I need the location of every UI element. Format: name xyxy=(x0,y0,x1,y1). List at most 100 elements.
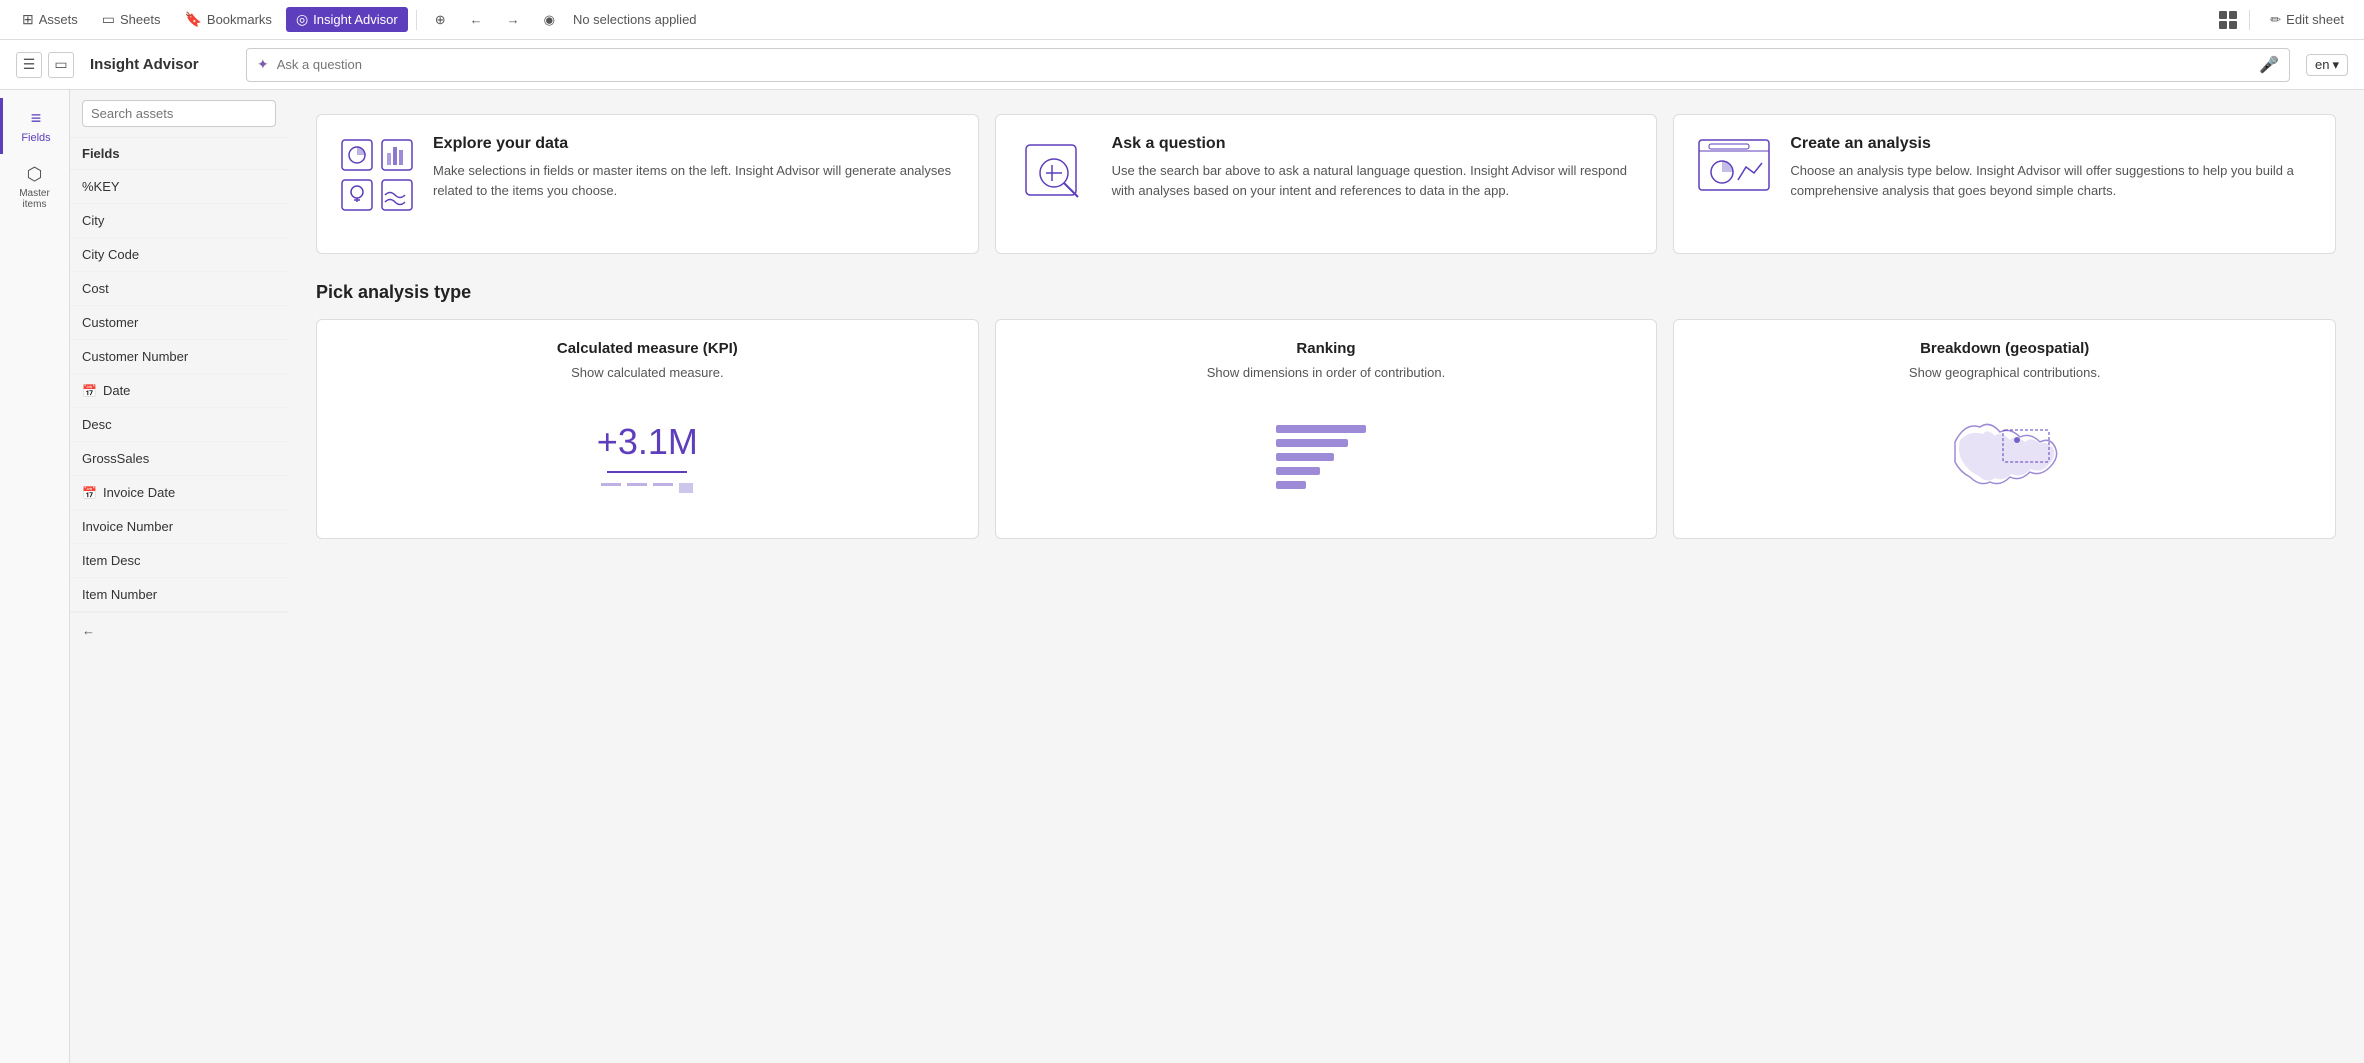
sidebar-item-fields[interactable]: ≡ Fields xyxy=(0,98,69,154)
field-item-invoice-number[interactable]: Invoice Number xyxy=(70,510,288,544)
intro-cards-row: Explore your data Make selections in fie… xyxy=(316,114,2336,254)
bookmarks-icon: 🔖 xyxy=(184,11,201,28)
search-assets-input[interactable] xyxy=(82,100,276,127)
card-ask-question[interactable]: Ask a question Use the search bar above … xyxy=(995,114,1658,254)
explore-data-text: Explore your data Make selections in fie… xyxy=(433,135,958,200)
no-selections-text: No selections applied xyxy=(573,12,697,27)
explore-data-title: Explore your data xyxy=(433,135,958,153)
analysis-card-geo[interactable]: Breakdown (geospatial) Show geographical… xyxy=(1673,319,2336,539)
sidebar-toggles: ☰ ▭ xyxy=(16,52,74,78)
sidebar: ≡ Fields ⬡ Master items Fields %KEY City… xyxy=(0,90,288,1063)
search-assets-container xyxy=(70,90,288,138)
selections-btn[interactable]: ◉ xyxy=(534,8,565,32)
field-item-customer-label: Customer xyxy=(82,315,138,330)
topbar-insight-advisor[interactable]: ◎ Insight Advisor xyxy=(286,7,408,32)
field-item-cost[interactable]: Cost xyxy=(70,272,288,306)
card-create-analysis[interactable]: Create an analysis Choose an analysis ty… xyxy=(1673,114,2336,254)
insight-bar-title: Insight Advisor xyxy=(90,56,230,73)
field-item-date-label: Date xyxy=(103,383,130,398)
explore-data-desc: Make selections in fields or master item… xyxy=(433,161,958,200)
collapse-icon: ← xyxy=(82,623,95,638)
pick-analysis-heading: Pick analysis type xyxy=(316,282,2336,303)
toggle-sidebar-right[interactable]: ▭ xyxy=(48,52,74,78)
create-analysis-desc: Choose an analysis type below. Insight A… xyxy=(1790,161,2315,200)
field-item-customer-number-label: Customer Number xyxy=(82,349,188,364)
divider-1 xyxy=(416,10,417,30)
field-item-date[interactable]: 📅 Date xyxy=(70,374,288,408)
grid-view-btn[interactable] xyxy=(2219,11,2237,29)
field-item-item-desc[interactable]: Item Desc xyxy=(70,544,288,578)
card-explore-data[interactable]: Explore your data Make selections in fie… xyxy=(316,114,979,254)
fields-icon: ≡ xyxy=(31,108,42,129)
analysis-cards-row: Calculated measure (KPI) Show calculated… xyxy=(316,319,2336,539)
grid-icon xyxy=(2219,11,2237,29)
field-item-desc-label: Desc xyxy=(82,417,112,432)
language-label: en xyxy=(2315,57,2329,72)
analysis-card-kpi[interactable]: Calculated measure (KPI) Show calculated… xyxy=(316,319,979,539)
kpi-line xyxy=(607,471,687,473)
main-layout: ≡ Fields ⬡ Master items Fields %KEY City… xyxy=(0,90,2364,1063)
calendar-icon-date: 📅 xyxy=(82,384,97,398)
field-item-gross-sales-label: GrossSales xyxy=(82,451,149,466)
field-item-city-code[interactable]: City Code xyxy=(70,238,288,272)
edit-icon: ✏ xyxy=(2270,12,2281,28)
toggle-sidebar-left[interactable]: ☰ xyxy=(16,52,42,78)
microphone-icon[interactable]: 🎤 xyxy=(2259,55,2279,75)
field-item-customer[interactable]: Customer xyxy=(70,306,288,340)
sheets-icon: ▭ xyxy=(102,11,115,28)
field-item-desc[interactable]: Desc xyxy=(70,408,288,442)
field-item-city-label: City xyxy=(82,213,104,228)
language-selector[interactable]: en ▾ xyxy=(2306,54,2348,76)
forward-btn[interactable]: → xyxy=(497,8,530,31)
field-item-invoice-number-label: Invoice Number xyxy=(82,519,173,534)
ranking-bars xyxy=(1276,425,1376,489)
field-item-pct-key[interactable]: %KEY xyxy=(70,170,288,204)
field-item-city[interactable]: City xyxy=(70,204,288,238)
question-search-bar[interactable]: ✦ 🎤 xyxy=(246,48,2290,82)
smart-search-icon: ⊕ xyxy=(435,12,446,28)
field-item-gross-sales[interactable]: GrossSales xyxy=(70,442,288,476)
divider-2 xyxy=(2249,10,2250,30)
assets-label: Assets xyxy=(39,12,78,27)
back-btn[interactable]: ← xyxy=(460,8,493,31)
create-analysis-icon-area xyxy=(1694,135,1774,215)
field-item-item-number-label: Item Number xyxy=(82,587,157,602)
ask-question-svg xyxy=(1016,135,1096,215)
kpi-card-desc: Show calculated measure. xyxy=(571,365,723,380)
master-items-nav-label: Master items xyxy=(6,188,63,210)
field-item-cost-label: Cost xyxy=(82,281,109,296)
fields-section-title: Fields xyxy=(70,138,288,170)
topbar-assets[interactable]: ⊞ Assets xyxy=(12,7,88,32)
analysis-card-ranking[interactable]: Ranking Show dimensions in order of cont… xyxy=(995,319,1658,539)
smart-search-btn[interactable]: ⊕ xyxy=(425,8,456,32)
kpi-visual: +3.1M xyxy=(341,396,954,518)
bookmarks-label: Bookmarks xyxy=(207,12,272,27)
field-item-item-number[interactable]: Item Number xyxy=(70,578,288,612)
no-selections: No selections applied xyxy=(573,12,697,27)
ask-question-icon-area xyxy=(1016,135,1096,215)
rank-bar-1 xyxy=(1276,425,1366,433)
rank-bar-4 xyxy=(1276,467,1320,475)
sidebar-collapse-btn[interactable]: ← xyxy=(70,612,288,648)
question-input[interactable] xyxy=(277,57,2251,72)
assets-icon: ⊞ xyxy=(22,11,34,28)
sidebar-item-master-items[interactable]: ⬡ Master items xyxy=(0,154,69,220)
kpi-number: +3.1M xyxy=(597,421,698,463)
create-analysis-svg xyxy=(1694,135,1774,215)
field-item-invoice-date[interactable]: 📅 Invoice Date xyxy=(70,476,288,510)
geo-card-desc: Show geographical contributions. xyxy=(1909,365,2101,380)
topbar-sheets[interactable]: ▭ Sheets xyxy=(92,7,171,32)
field-item-item-desc-label: Item Desc xyxy=(82,553,141,568)
ask-question-title: Ask a question xyxy=(1112,135,1637,153)
ranking-visual xyxy=(1020,396,1633,518)
insight-advisor-icon: ◎ xyxy=(296,11,308,28)
fields-nav-label: Fields xyxy=(21,132,50,144)
topbar-bookmarks[interactable]: 🔖 Bookmarks xyxy=(174,7,281,32)
geo-visual xyxy=(1698,396,2311,518)
back-icon: ← xyxy=(470,12,483,27)
topbar: ⊞ Assets ▭ Sheets 🔖 Bookmarks ◎ Insight … xyxy=(0,0,2364,40)
edit-sheet-button[interactable]: ✏ Edit sheet xyxy=(2262,8,2352,32)
insight-bar: ☰ ▭ Insight Advisor ✦ 🎤 en ▾ xyxy=(0,40,2364,90)
field-item-customer-number[interactable]: Customer Number xyxy=(70,340,288,374)
rank-bar-5 xyxy=(1276,481,1306,489)
